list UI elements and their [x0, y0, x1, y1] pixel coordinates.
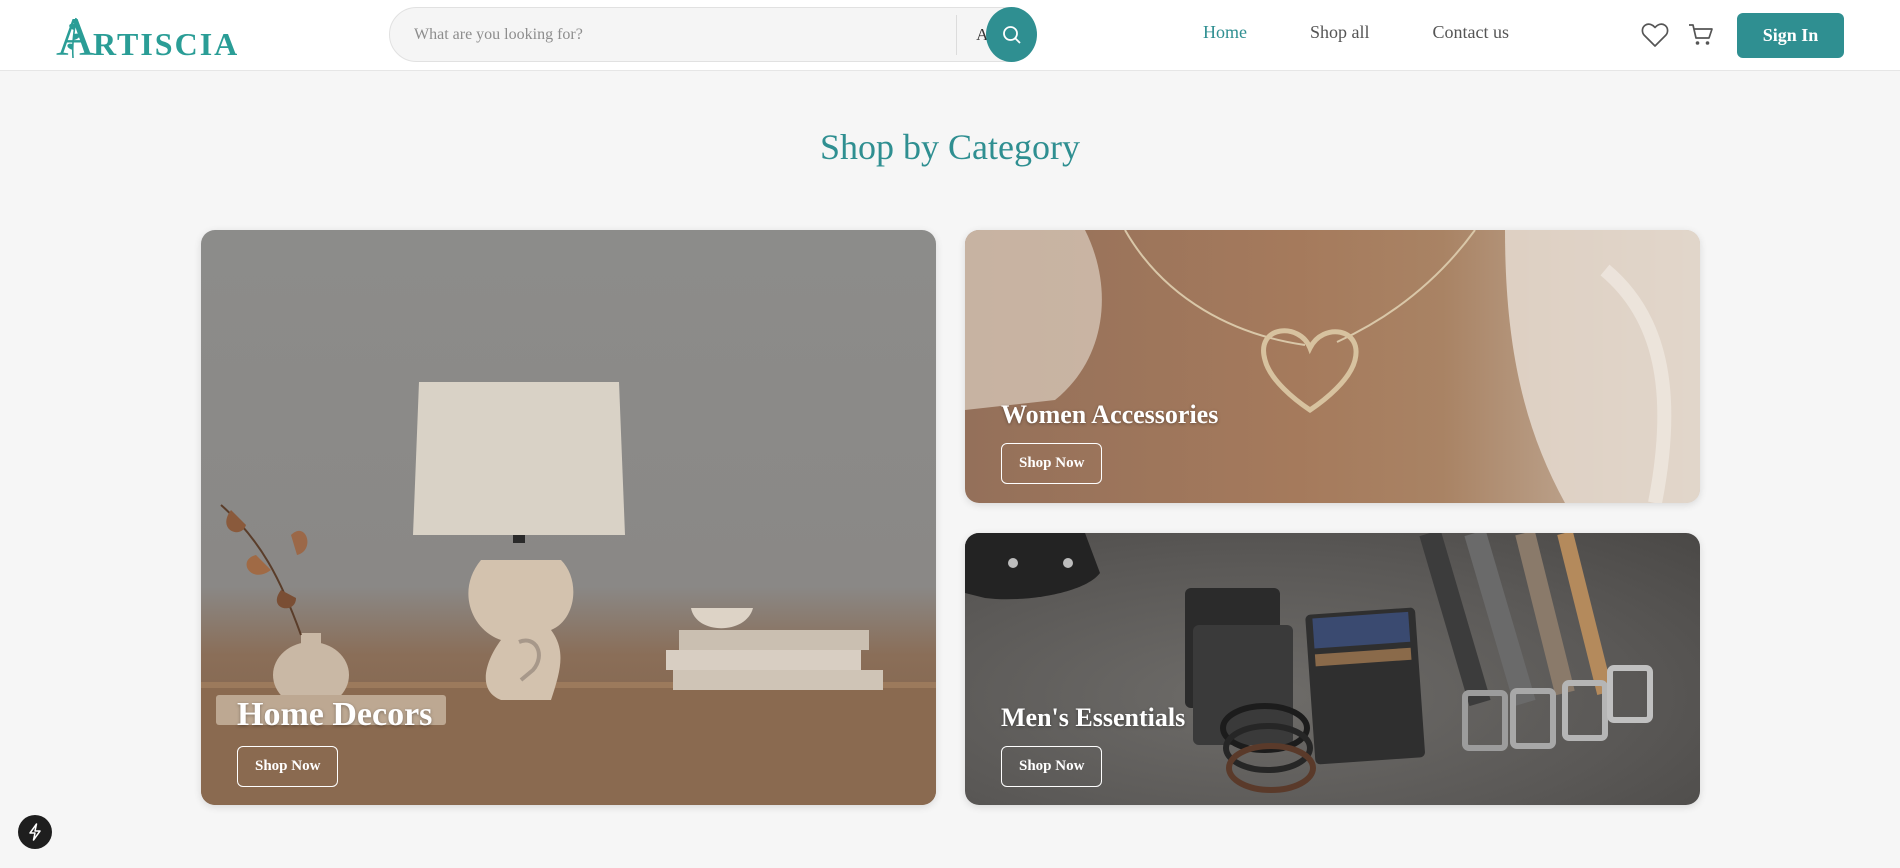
- search-button[interactable]: [986, 7, 1037, 62]
- category-card-women-accessories[interactable]: Women Accessories Shop Now: [965, 230, 1700, 503]
- search-icon: [1002, 25, 1021, 44]
- cart-icon: [1689, 24, 1713, 45]
- site-header: A RTISCIA All Home Shop all Contact us: [0, 0, 1900, 71]
- search-input[interactable]: [390, 7, 956, 62]
- cart-button[interactable]: [1686, 20, 1716, 50]
- category-title: Women Accessories: [1001, 400, 1219, 429]
- brand-logo[interactable]: A RTISCIA: [56, 8, 239, 64]
- category-card-home-decors[interactable]: Home Decors Shop Now: [201, 230, 936, 805]
- nav-contact[interactable]: Contact us: [1433, 22, 1510, 43]
- nav-home[interactable]: Home: [1203, 22, 1247, 43]
- search-bar: All: [389, 7, 1037, 62]
- wishlist-button[interactable]: [1640, 20, 1670, 50]
- main-nav: Home Shop all Contact us: [1203, 22, 1509, 43]
- category-title: Men's Essentials: [1001, 703, 1186, 732]
- nav-shop-all[interactable]: Shop all: [1310, 22, 1370, 43]
- category-card-mens-essentials[interactable]: Men's Essentials Shop Now: [965, 533, 1700, 805]
- shop-now-button[interactable]: Shop Now: [237, 746, 339, 787]
- floating-action-button[interactable]: [18, 815, 52, 849]
- shop-now-button[interactable]: Shop Now: [1001, 443, 1103, 484]
- section-title: Shop by Category: [820, 127, 1080, 167]
- sign-in-button[interactable]: Sign In: [1737, 13, 1844, 58]
- leaf-sprig-icon: [67, 17, 80, 59]
- category-title: Home Decors: [237, 696, 433, 733]
- shop-now-button[interactable]: Shop Now: [1001, 746, 1103, 787]
- logo-text: RTISCIA: [93, 26, 240, 62]
- lightning-bolt-icon: [29, 823, 41, 841]
- heart-icon: [1641, 23, 1669, 47]
